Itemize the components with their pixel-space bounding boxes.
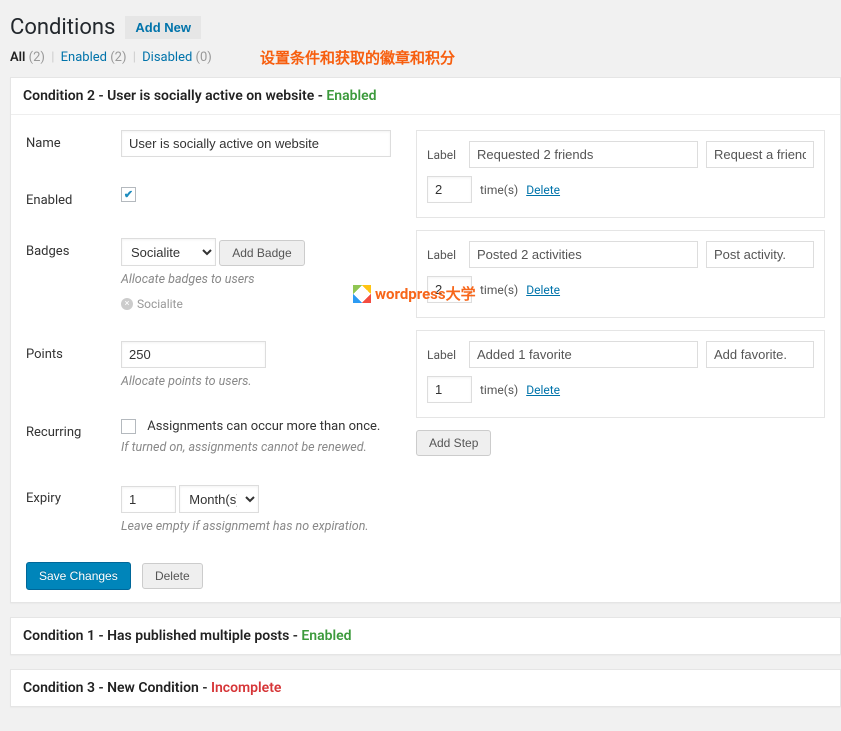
badges-label: Badges [26,238,121,259]
expiry-help: Leave empty if assignmemt has no expirat… [121,519,396,534]
delete-button[interactable]: Delete [142,563,203,589]
condition-1-header[interactable]: Condition 1 - Has published multiple pos… [11,618,840,654]
recurring-checkbox[interactable] [121,419,136,434]
step-box-2: Label time(s) Delete [416,230,825,318]
save-button[interactable]: Save Changes [26,562,131,590]
step-action-input[interactable] [706,341,814,368]
page-title: Conditions [10,15,115,40]
close-icon[interactable]: × [121,298,133,310]
step-label-word: Label [427,348,461,362]
tab-disabled[interactable]: Disabled [142,50,192,65]
recurring-label: Recurring [26,419,121,440]
condition-2-header[interactable]: Condition 2 - User is socially active on… [11,78,840,115]
step-times-input[interactable] [427,176,472,203]
step-label-input[interactable] [469,341,698,368]
enabled-label: Enabled [26,187,121,208]
step-delete-link[interactable]: Delete [526,383,560,397]
status-badge: Enabled [326,88,376,104]
condition-3-header[interactable]: Condition 3 - New Condition - Incomplete [11,670,840,706]
name-label: Name [26,130,121,151]
step-times-input[interactable] [427,376,472,403]
points-help: Allocate points to users. [121,374,396,389]
status-badge: Enabled [301,628,351,644]
recurring-help: If turned on, assignments cannot be rene… [121,440,396,455]
tab-enabled[interactable]: Enabled [61,50,107,65]
badges-help: Allocate badges to users [121,272,396,287]
step-label-word: Label [427,248,461,262]
condition-2-panel: Condition 2 - User is socially active on… [10,77,841,603]
step-label-input[interactable] [469,141,698,168]
expiry-number-input[interactable] [121,486,176,513]
tab-all[interactable]: All [10,50,25,65]
times-label: time(s) [480,183,518,197]
step-delete-link[interactable]: Delete [526,183,560,197]
step-times-input[interactable] [427,276,472,303]
recurring-text: Assignments can occur more than once. [147,419,380,434]
tab-enabled-count: (2) [110,50,126,65]
times-label: time(s) [480,383,518,397]
add-step-button[interactable]: Add Step [416,430,491,456]
expiry-label: Expiry [26,485,121,506]
condition-1-panel: Condition 1 - Has published multiple pos… [10,617,841,655]
points-input[interactable] [121,341,266,368]
tab-all-count: (2) [29,50,45,65]
step-action-input[interactable] [706,141,814,168]
tab-disabled-count: (0) [196,50,212,65]
annotation-text: 设置条件和获取的徽章和积分 [260,47,455,68]
badge-tag: × Socialite [121,297,183,311]
condition-3-panel: Condition 3 - New Condition - Incomplete [10,669,841,707]
step-action-input[interactable] [706,241,814,268]
step-box-3: Label time(s) Delete [416,330,825,418]
status-badge: Incomplete [211,680,282,696]
add-badge-button[interactable]: Add Badge [219,240,304,266]
enabled-checkbox[interactable] [121,187,136,202]
name-input[interactable] [121,130,391,157]
badges-select[interactable]: Socialite [121,238,216,266]
step-box-1: Label time(s) Delete [416,130,825,218]
step-label-word: Label [427,148,461,162]
points-label: Points [26,341,121,362]
step-label-input[interactable] [469,241,698,268]
step-delete-link[interactable]: Delete [526,283,560,297]
add-new-button[interactable]: Add New [125,16,201,39]
expiry-period-select[interactable]: Month(s) [179,485,259,513]
times-label: time(s) [480,283,518,297]
